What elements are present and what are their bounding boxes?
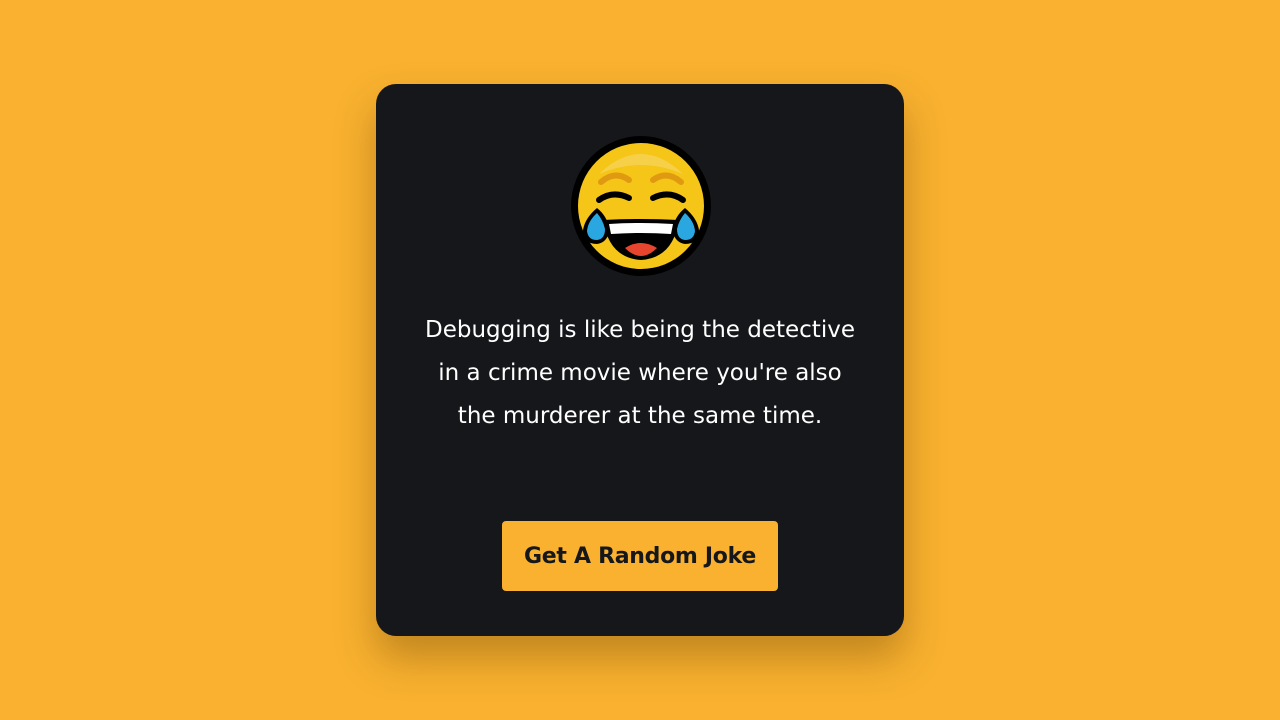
get-random-joke-button[interactable]: Get A Random Joke — [502, 521, 778, 591]
joke-text: Debugging is like being the detective in… — [425, 317, 855, 429]
page-background: Debugging is like being the detective in… — [0, 0, 1280, 720]
joke-card: Debugging is like being the detective in… — [376, 84, 904, 636]
face-with-tears-of-joy-icon — [571, 136, 711, 276]
